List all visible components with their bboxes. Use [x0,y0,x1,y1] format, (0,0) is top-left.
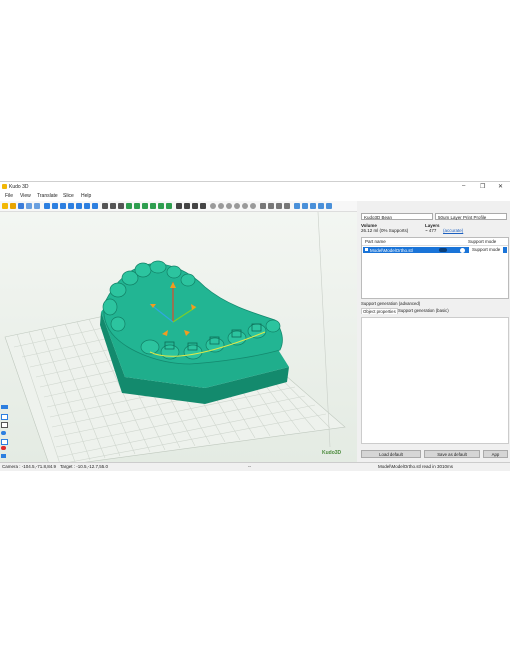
layers-value: ~ 477 [425,228,437,233]
measure-icon[interactable] [192,203,198,209]
status-bar: Camera : -104.5,-71.8,84.9 Target : -10.… [0,462,510,471]
tab-support-advanced[interactable]: Support generation (advanced) [361,301,420,306]
tool-i-icon[interactable] [326,203,332,209]
menu-file[interactable]: File [5,193,13,199]
window-title: Kudo 3D [9,184,29,190]
view-right-icon[interactable] [76,203,82,209]
support-mode-cell[interactable]: Support mode [469,247,504,253]
sphere-6-icon[interactable] [250,203,256,209]
tool-h-icon[interactable] [318,203,324,209]
status-message: Model\ModelOrtho.stl read in 3010ms [378,464,454,469]
save-default-button[interactable]: Save as default [424,450,480,458]
parts-table: Part name Support mode Model\ModelOrtho.… [361,237,509,299]
tab-support-basic[interactable]: Support generation (basic) [398,308,449,313]
translate-icon[interactable] [134,203,140,209]
target-readout: Target : -10.5,-12.7,55.0 [60,464,109,469]
maximize-icon[interactable]: ❐ [480,183,485,190]
3d-viewport[interactable]: Kudo3D [0,212,357,462]
brand-logo: Kudo3D [322,450,342,456]
color-swatch-icon[interactable] [460,247,465,253]
sphere-5-icon[interactable] [242,203,248,209]
view-iso-icon[interactable] [44,203,50,209]
scale-icon[interactable] [118,203,124,209]
table-row[interactable]: Model\ModelOrtho.stl Support mode [363,247,507,253]
app-logo-icon [2,184,7,189]
save-icon[interactable] [18,203,24,209]
visibility-icon[interactable] [1,431,6,435]
cut-icon[interactable] [200,203,206,209]
properties-area [361,317,509,444]
record-icon[interactable] [1,446,6,450]
camera-readout: Camera : -104.5,-71.8,84.9 [2,464,57,469]
sphere-3-icon[interactable] [226,203,232,209]
undo-icon[interactable] [26,203,32,209]
status-separator: -- [248,464,251,469]
view-front-icon[interactable] [52,203,58,209]
menu-slice[interactable]: Slice [63,193,74,199]
part-checkbox[interactable] [365,248,368,251]
view-back-icon[interactable] [60,203,66,209]
drop-icon[interactable] [158,203,164,209]
checkbox-3[interactable] [1,439,8,445]
checkbox-2[interactable] [1,422,8,428]
tab-object-properties[interactable]: Object properties [361,308,398,314]
menu-translate[interactable]: Translate [37,193,58,199]
menu-bar: File View Translate Slice Help [0,192,510,201]
rotate-icon[interactable] [110,203,116,209]
part-name: Model\ModelOrtho.stl [370,247,413,253]
sphere-4-icon[interactable] [234,203,240,209]
tool-c-icon[interactable] [276,203,282,209]
move-icon[interactable] [102,203,108,209]
printer-select[interactable]: Kudo3D Bean [361,213,433,220]
view-left-icon[interactable] [68,203,74,209]
close-icon[interactable]: ✕ [498,183,503,190]
sphere-1-icon[interactable] [210,203,216,209]
layout-icon[interactable] [150,203,156,209]
menu-view[interactable]: View [20,193,31,199]
apply-button[interactable]: App [483,450,508,458]
eye-icon[interactable] [439,247,447,252]
application-window: Kudo 3D – ❐ ✕ File View Translate Slice … [0,181,510,471]
camera-toggle-icon[interactable] [1,405,8,409]
accurate-link[interactable]: (accurate) [443,228,463,233]
col-support-mode: Support mode [468,239,497,244]
title-bar: Kudo 3D – ❐ ✕ [0,182,510,192]
toolbar [0,201,357,212]
profile-select[interactable]: 50um Layer Print Profile [435,213,507,220]
right-panel: Kudo3D Bean 50um Layer Print Profile Vol… [358,211,510,462]
view-top-icon[interactable] [84,203,90,209]
support-icon[interactable] [176,203,182,209]
left-toolbar [0,212,9,462]
tool-a-icon[interactable] [260,203,266,209]
tool-g-icon[interactable] [310,203,316,209]
filter-icon[interactable] [1,454,6,458]
slice-icon[interactable] [184,203,190,209]
new-icon[interactable] [2,203,8,209]
checkbox-1[interactable] [1,414,8,420]
table-divider [362,245,508,246]
tool-f-icon[interactable] [302,203,308,209]
minimize-icon[interactable]: – [462,183,465,189]
sphere-2-icon[interactable] [218,203,224,209]
arrange-icon[interactable] [166,203,172,209]
scene-svg [4,212,346,462]
align-icon[interactable] [142,203,148,209]
redo-icon[interactable] [34,203,40,209]
load-default-button[interactable]: Load default [361,450,421,458]
center-icon[interactable] [126,203,132,209]
tool-d-icon[interactable] [284,203,290,209]
tool-b-icon[interactable] [268,203,274,209]
menu-help[interactable]: Help [81,193,91,199]
volume-value: 26.12 ml (0% Supports) [361,228,409,233]
open-icon[interactable] [10,203,16,209]
tool-e-icon[interactable] [294,203,300,209]
view-bottom-icon[interactable] [92,203,98,209]
col-part-name: Part name [365,239,386,244]
